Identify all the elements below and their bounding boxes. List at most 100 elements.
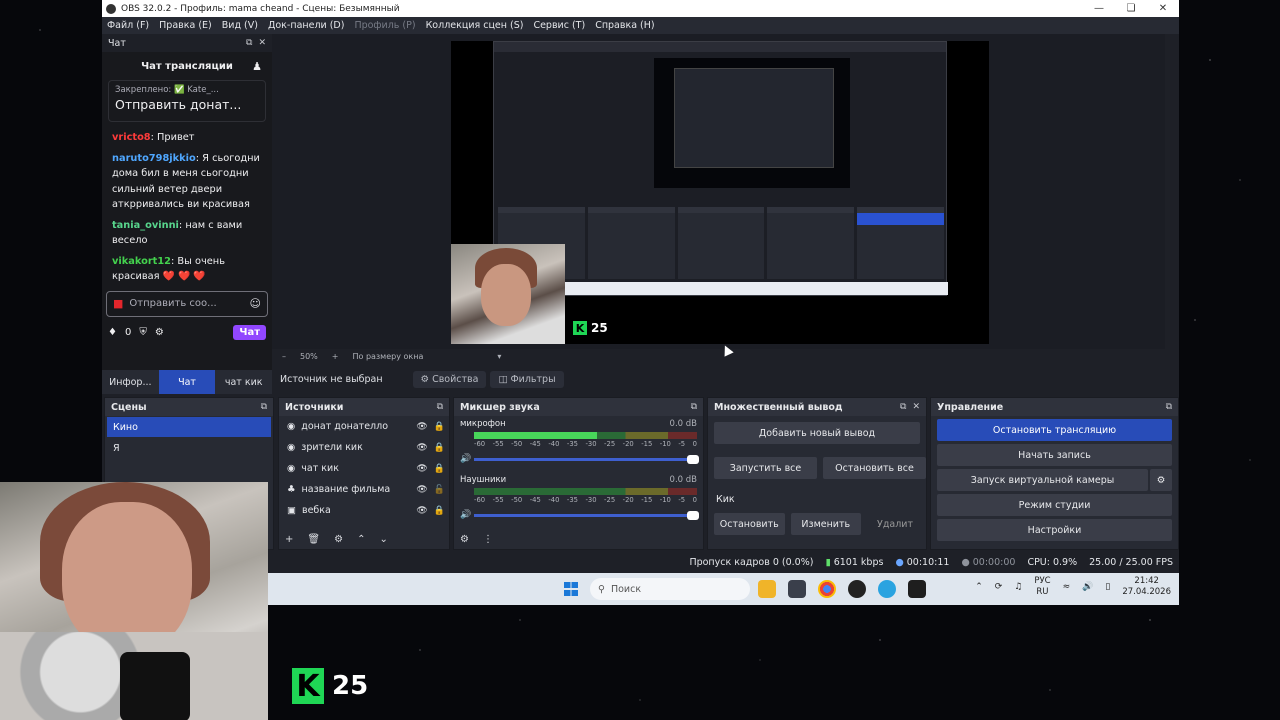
volume-slider[interactable] bbox=[474, 454, 699, 464]
advanced-audio-icon[interactable]: ⚙ bbox=[460, 534, 469, 545]
menu-edit[interactable]: Правка (E) bbox=[154, 20, 217, 31]
pinned-message[interactable]: Закреплено: ✅ Kate_... Отправить донат..… bbox=[108, 80, 266, 122]
menu-view[interactable]: Вид (V) bbox=[217, 20, 263, 31]
chevron-up-icon[interactable]: ⌃ bbox=[975, 582, 983, 592]
lock-icon[interactable]: 🔒 bbox=[434, 506, 445, 516]
settings-button[interactable]: Настройки bbox=[937, 519, 1172, 541]
slider-handle[interactable] bbox=[687, 454, 699, 464]
source-item[interactable]: ◉ донат донателло 👁 🔒 bbox=[279, 416, 449, 437]
wifi-icon[interactable]: ≈ bbox=[1063, 582, 1071, 592]
volume-slider[interactable] bbox=[474, 510, 699, 520]
filters-button[interactable]: ◫ Фильтры bbox=[490, 370, 564, 388]
menu-tools[interactable]: Сервис (T) bbox=[528, 20, 590, 31]
undock-icon[interactable]: ⧉ bbox=[1166, 402, 1172, 412]
close-icon[interactable]: ✕ bbox=[258, 38, 266, 48]
points-icon[interactable]: ♦ bbox=[108, 327, 117, 338]
zoom-in-icon[interactable]: + bbox=[332, 352, 339, 361]
tab-chat[interactable]: Чат bbox=[158, 370, 216, 394]
speaker-icon[interactable]: 🔊 bbox=[460, 510, 474, 520]
tab-kick-chat[interactable]: чат кик bbox=[215, 370, 273, 394]
virtual-camera-button[interactable]: Запуск виртуальной камеры bbox=[937, 469, 1148, 491]
source-item[interactable]: ▣ вебка 👁 🔒 bbox=[279, 500, 449, 521]
eye-icon[interactable]: 👁 bbox=[416, 422, 427, 432]
undock-icon[interactable]: ⧉ bbox=[246, 38, 252, 48]
scene-item[interactable]: Кино bbox=[107, 417, 271, 437]
eye-icon[interactable]: 👁 bbox=[416, 485, 427, 495]
zoom-out-icon[interactable]: – bbox=[282, 352, 286, 361]
undock-icon[interactable]: ⧉ bbox=[261, 402, 267, 412]
unlock-icon[interactable]: 🔓 bbox=[434, 485, 445, 495]
eye-icon[interactable]: 👁 bbox=[416, 506, 427, 516]
move-up-icon[interactable]: ⌃ bbox=[357, 534, 365, 545]
speaker-icon[interactable]: 🔊 bbox=[460, 454, 474, 464]
volume-icon[interactable]: 🔊 bbox=[1082, 582, 1093, 592]
menu-file[interactable]: Файл (F) bbox=[102, 20, 154, 31]
app-icon[interactable] bbox=[788, 580, 806, 598]
edit-button[interactable]: Изменить bbox=[790, 513, 862, 535]
gear-icon[interactable]: ⚙ bbox=[1150, 469, 1172, 491]
taskbar-search[interactable]: ⚲ Поиск bbox=[590, 578, 750, 600]
close-icon[interactable]: ✕ bbox=[912, 402, 920, 412]
preview-canvas[interactable]: K 25 bbox=[451, 41, 989, 344]
source-item[interactable]: ◉ зрители кик 👁 🔒 bbox=[279, 437, 449, 458]
lock-icon[interactable]: 🔒 bbox=[434, 464, 445, 474]
trash-icon[interactable]: 🗑 bbox=[307, 534, 320, 545]
sync-icon[interactable]: ⟳ bbox=[995, 582, 1003, 592]
preview-area[interactable]: K 25 bbox=[272, 34, 1165, 349]
close-icon[interactable]: ✕ bbox=[1147, 0, 1179, 17]
language-indicator[interactable]: РУС RU bbox=[1034, 576, 1050, 598]
maximize-icon[interactable]: ❏ bbox=[1115, 0, 1147, 17]
source-item[interactable]: ◉ чат кик 👁 🔒 bbox=[279, 458, 449, 479]
source-item[interactable]: ♣ название фильма 👁 🔓 bbox=[279, 479, 449, 500]
delete-button[interactable]: Удалит bbox=[867, 513, 926, 535]
lock-icon[interactable]: 🔒 bbox=[434, 443, 445, 453]
chat-username[interactable]: tania_ovinni bbox=[112, 220, 179, 231]
shield-icon[interactable]: ⛨ bbox=[139, 327, 147, 338]
chat-username[interactable]: naruto798jkkio bbox=[112, 153, 196, 164]
telegram-icon[interactable] bbox=[878, 580, 896, 598]
chat-input[interactable]: ■ Отправить соо... ☺ bbox=[106, 290, 268, 317]
battery-icon[interactable]: ▯ bbox=[1105, 582, 1110, 592]
more-menu-icon[interactable]: ⋮ bbox=[483, 534, 493, 545]
fit-select[interactable]: По размеру окна bbox=[352, 352, 423, 361]
start-recording-button[interactable]: Начать запись bbox=[937, 444, 1172, 466]
scene-item[interactable]: Я bbox=[107, 438, 271, 458]
menu-scene-collection[interactable]: Коллекция сцен (S) bbox=[421, 20, 529, 31]
stop-button[interactable]: Остановить bbox=[714, 513, 785, 535]
studio-mode-button[interactable]: Режим студии bbox=[937, 494, 1172, 516]
gear-icon[interactable]: ⚙ bbox=[155, 327, 164, 338]
lock-icon[interactable]: 🔒 bbox=[434, 422, 445, 432]
chat-username[interactable]: vricto8 bbox=[112, 132, 151, 143]
mic-icon[interactable]: ♫ bbox=[1014, 582, 1022, 592]
slider-handle[interactable] bbox=[687, 510, 699, 520]
clock[interactable]: 21:42 27.04.2026 bbox=[1122, 576, 1171, 598]
gear-icon[interactable]: ⚙ bbox=[334, 534, 343, 545]
terminal-icon[interactable] bbox=[908, 580, 926, 598]
undock-icon[interactable]: ⧉ bbox=[437, 402, 443, 412]
properties-button[interactable]: ⚙ Свойства bbox=[412, 370, 487, 388]
stop-streaming-button[interactable]: Остановить трансляцию bbox=[937, 419, 1172, 441]
emoji-icon[interactable]: ☺ bbox=[250, 297, 261, 310]
move-down-icon[interactable]: ⌄ bbox=[379, 534, 387, 545]
file-explorer-icon[interactable] bbox=[758, 580, 776, 598]
chrome-icon[interactable] bbox=[818, 580, 836, 598]
chevron-down-icon[interactable]: ▾ bbox=[497, 352, 501, 361]
undock-icon[interactable]: ⧉ bbox=[900, 402, 906, 412]
eye-icon[interactable]: 👁 bbox=[416, 443, 427, 453]
menu-profile[interactable]: Профиль (P) bbox=[349, 20, 420, 31]
menu-help[interactable]: Справка (H) bbox=[590, 20, 659, 31]
tab-info[interactable]: Инфор... bbox=[102, 370, 159, 394]
users-icon[interactable]: ♟ bbox=[252, 60, 262, 73]
undock-icon[interactable]: ⧉ bbox=[691, 402, 697, 412]
minimize-icon[interactable]: — bbox=[1083, 0, 1115, 17]
add-source-icon[interactable]: + bbox=[285, 534, 293, 545]
chat-send-button[interactable]: Чат bbox=[233, 324, 266, 340]
chat-username[interactable]: vikakort12 bbox=[112, 256, 171, 267]
eye-icon[interactable]: 👁 bbox=[416, 464, 427, 474]
obs-taskbar-icon[interactable] bbox=[848, 580, 866, 598]
start-all-button[interactable]: Запустить все bbox=[714, 457, 817, 479]
menu-docks[interactable]: Док-панели (D) bbox=[263, 20, 349, 31]
stop-all-button[interactable]: Остановить все bbox=[823, 457, 926, 479]
windows-start-icon[interactable] bbox=[564, 582, 578, 596]
add-output-button[interactable]: Добавить новый вывод bbox=[714, 422, 920, 444]
